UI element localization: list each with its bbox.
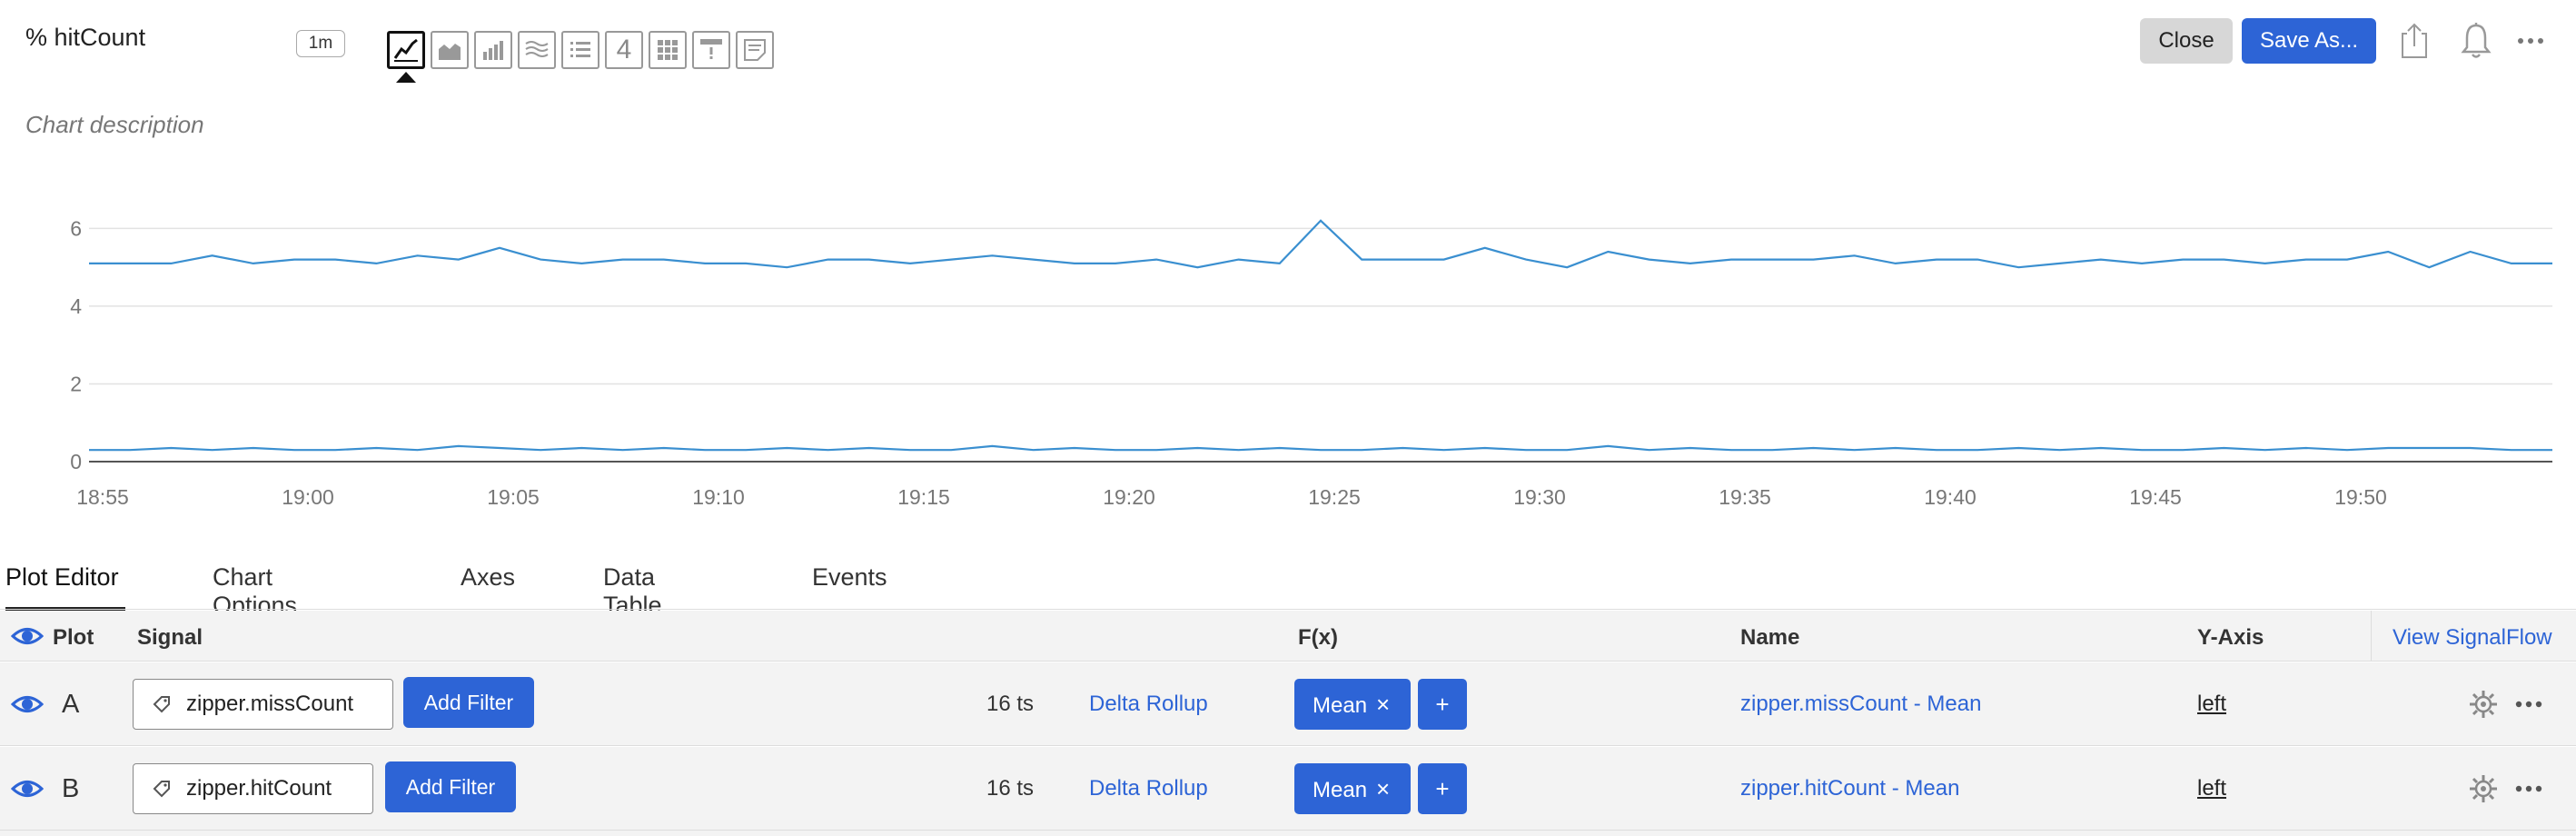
x-tick-label: 18:55 [76,485,129,509]
chart-title[interactable]: % hitCount [25,24,145,52]
view-signalflow-link[interactable]: View SignalFlow [2393,625,2552,651]
plot-letter: A [62,690,80,719]
save-as-button[interactable]: Save As... [2242,18,2376,64]
series-line [89,444,2552,452]
tab-events[interactable]: Events [812,552,887,611]
chart-type-toolbar: 4 [387,31,774,83]
fx-mean-button[interactable]: Mean × [1294,679,1411,730]
x-tick-label: 19:15 [897,485,950,509]
fx-label: Mean [1313,778,1368,802]
plot-name[interactable]: zipper.missCount - Mean [1740,692,1981,717]
x-tick-label: 19:50 [2334,485,2387,509]
plot-letter: B [62,774,80,803]
tab-axes[interactable]: Axes [461,552,515,611]
eye-icon[interactable] [11,620,44,652]
gear-icon[interactable] [2467,772,2500,805]
header-plot: Plot [53,625,94,650]
chart-description[interactable]: Chart description [25,111,204,139]
tabs-divider [0,609,2576,610]
add-fx-button[interactable]: + [1418,763,1467,814]
y-tick-label: 0 [70,450,82,473]
table-footer-strip [0,831,2576,836]
add-filter-button[interactable]: Add Filter [385,761,516,812]
series-line [89,219,2552,269]
y-tick-label: 2 [70,372,82,395]
add-fx-button[interactable]: + [1418,679,1467,730]
timeseries-count: 16 ts [986,692,1035,716]
header-yaxis: Y-Axis [2197,625,2264,650]
add-filter-button[interactable]: Add Filter [403,677,534,728]
more-icon[interactable] [2512,772,2545,805]
more-icon[interactable] [2512,18,2549,64]
column-chart-icon[interactable] [474,31,512,69]
plot-row-a: A zipper.missCount Add Filter 16 ts Delt… [0,662,2576,746]
x-tick-label: 19:10 [692,485,745,509]
timeseries-count: 16 ts [986,776,1035,801]
share-icon[interactable] [2396,18,2432,64]
list-chart-icon[interactable] [561,31,599,69]
x-tick-label: 19:05 [487,485,540,509]
x-tick-label: 19:40 [1924,485,1977,509]
x-tick-label: 19:45 [2129,485,2182,509]
single-value-icon[interactable]: 4 [605,31,643,69]
resolution-badge: 1m [296,30,345,57]
event-feed-icon[interactable] [692,31,730,69]
header-signal: Signal [137,625,203,650]
x-tick-label: 19:35 [1719,485,1771,509]
header-name: Name [1740,625,1800,650]
signal-input[interactable]: zipper.missCount [133,679,393,730]
y-axis-link[interactable]: left [2197,692,2226,717]
signal-input[interactable]: zipper.hitCount [133,763,373,814]
heatmap-chart-icon[interactable] [649,31,687,69]
rollup-link[interactable]: Delta Rollup [1089,692,1208,717]
eye-icon[interactable] [11,688,44,721]
signal-name: zipper.missCount [186,692,354,716]
rollup-link[interactable]: Delta Rollup [1089,776,1208,801]
histogram-chart-icon[interactable] [518,31,556,69]
header-fx: F(x) [1298,625,1338,650]
eye-icon[interactable] [11,772,44,805]
plot-row-b: B zipper.hitCount Add Filter 16 ts Delta… [0,747,2576,831]
header-divider [2371,611,2372,662]
tab-chart-options[interactable]: Chart Options [213,552,297,619]
x-tick-label: 19:20 [1103,485,1155,509]
x-tick-label: 19:00 [282,485,334,509]
x-tick-label: 19:25 [1308,485,1361,509]
line-chart-icon[interactable] [387,31,425,83]
y-axis-link[interactable]: left [2197,776,2226,801]
tag-icon [153,696,170,713]
close-button[interactable]: Close [2140,18,2233,64]
tag-icon [153,781,170,798]
y-tick-label: 4 [70,294,82,318]
tab-plot-editor[interactable]: Plot Editor [5,552,125,611]
more-icon[interactable] [2512,688,2545,721]
tab-data-table[interactable]: Data Table [603,552,662,619]
single-value-label: 4 [616,35,632,65]
remove-fx-icon[interactable]: × [1376,775,1390,802]
plot-name[interactable]: zipper.hitCount - Mean [1740,776,1959,801]
y-tick-label: 6 [70,216,82,240]
gear-icon[interactable] [2467,688,2500,721]
fx-label: Mean [1313,693,1368,718]
bell-icon[interactable] [2458,18,2494,64]
signal-name: zipper.hitCount [186,776,332,801]
remove-fx-icon[interactable]: × [1376,691,1390,718]
fx-mean-button[interactable]: Mean × [1294,763,1411,814]
text-note-icon[interactable] [736,31,774,69]
plot-table-header: Plot Signal F(x) Name Y-Axis View Signal… [0,611,2576,662]
x-tick-label: 19:30 [1513,485,1566,509]
area-chart-icon[interactable] [431,31,469,69]
line-chart: 0 2 4 6 18:55 19:00 19:05 19:10 19:15 19:20 19:25 1… [70,216,2552,509]
